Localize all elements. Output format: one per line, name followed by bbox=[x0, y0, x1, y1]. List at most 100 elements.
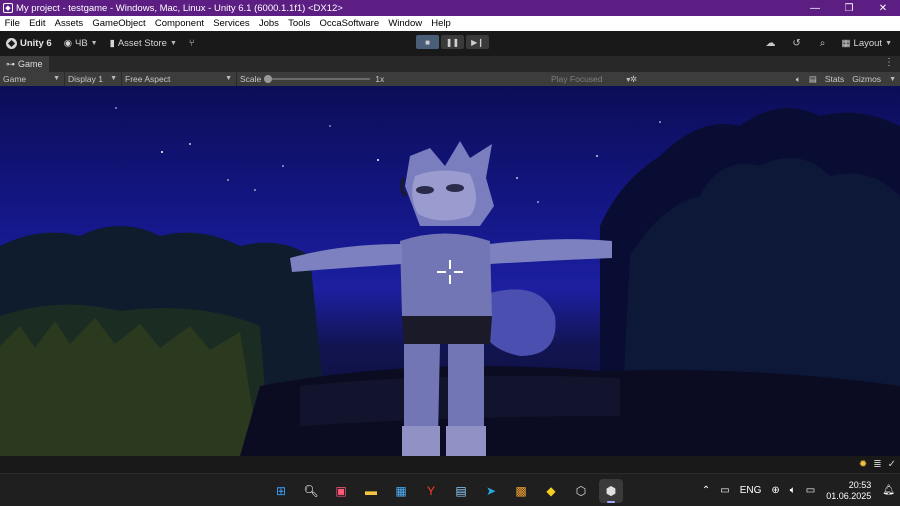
taskbar-unity-hub-icon[interactable]: ⬡ bbox=[569, 479, 593, 503]
tab-game[interactable]: ⊶ Game bbox=[0, 56, 49, 72]
account-dropdown[interactable]: ◉ ЧВ ▼ bbox=[58, 35, 104, 53]
history-icon[interactable]: ↺ bbox=[784, 38, 810, 49]
play-focused-dropdown[interactable]: Play Focused ▼ bbox=[551, 74, 632, 84]
taskbar-apps: ⊞ 🔍︎ ▣ ▬ ▦ Y ▤ ➤ ▩ ◆ ⬡ ⬢ bbox=[269, 479, 623, 503]
bag-icon: ▮ bbox=[109, 38, 115, 49]
branch-icon: ⑂ bbox=[188, 38, 195, 49]
chevron-down-icon: ▼ bbox=[90, 40, 98, 47]
clock[interactable]: 20:53 01.06.2025 bbox=[820, 480, 877, 502]
aspect-dropdown[interactable]: Free Aspect ▼ bbox=[122, 72, 237, 86]
unity-app-icon: ◆ bbox=[3, 3, 13, 13]
scale-label: Scale bbox=[240, 74, 262, 84]
account-icon: ◉ bbox=[63, 38, 72, 49]
system-tray: ⌃ ▭ ENG ⊕ 🔈︎ ▭ 20:53 01.06.2025 🔔︎ bbox=[697, 474, 900, 506]
chevron-down-icon: ▼ bbox=[53, 75, 60, 82]
taskbar-telegram-icon[interactable]: ➤ bbox=[479, 479, 503, 503]
taskbar-app-tile-icon[interactable]: ▩ bbox=[509, 479, 533, 503]
display-dropdown[interactable]: Display 1 ▼ bbox=[65, 72, 122, 86]
version-control-button[interactable]: ⑂ bbox=[183, 35, 201, 53]
game-view-toolbar: Game ▼ Display 1 ▼ Free Aspect ▼ Scale 1… bbox=[0, 72, 900, 86]
scale-slider-handle[interactable] bbox=[264, 75, 273, 83]
taskbar-file-explorer-icon[interactable]: ▬ bbox=[359, 479, 383, 503]
main-toolbar: Unity 6 ◉ ЧВ ▼ ▮ Asset Store ▼ ⑂ ■ ❚❚ ▶❙… bbox=[0, 31, 900, 56]
chevron-down-icon: ▼ bbox=[110, 75, 117, 82]
display-value: Display 1 bbox=[68, 74, 103, 84]
close-button[interactable]: ✕ bbox=[866, 0, 900, 16]
chevron-down-icon[interactable]: ▼ bbox=[885, 76, 900, 83]
stats-toggle[interactable]: Stats bbox=[821, 74, 848, 84]
layout-dropdown[interactable]: ▦ Layout ▼ bbox=[836, 38, 900, 49]
search-icon[interactable]: ⌕ bbox=[810, 38, 836, 49]
layout-icon: ▦ bbox=[841, 38, 851, 49]
step-button[interactable]: ▶❙ bbox=[466, 35, 489, 49]
taskbar-duck-app-icon[interactable]: ◆ bbox=[539, 479, 563, 503]
network-icon[interactable]: ⊕ bbox=[766, 485, 784, 496]
unity-version-button[interactable]: Unity 6 bbox=[0, 35, 58, 53]
pause-icon: ❚❚ bbox=[445, 37, 460, 47]
taskbar-yandex-browser-icon[interactable]: Y bbox=[419, 479, 443, 503]
game-viewport[interactable] bbox=[0, 86, 900, 456]
scale-slider[interactable] bbox=[264, 75, 371, 83]
keyboard-icon[interactable]: ▤ bbox=[805, 74, 821, 85]
menu-services[interactable]: Services bbox=[209, 18, 255, 29]
menu-jobs[interactable]: Jobs bbox=[254, 18, 283, 29]
scale-value: 1x bbox=[375, 74, 385, 84]
check-icon[interactable]: ✓ bbox=[888, 459, 896, 470]
editor-tab-strip: ⊶ Game ⋮ bbox=[0, 56, 900, 72]
menu-window[interactable]: Window bbox=[384, 18, 427, 29]
chevron-down-icon: ▼ bbox=[225, 75, 232, 82]
status-strip: ✹ ≣ ✓ bbox=[0, 456, 900, 473]
game-mode-dropdown[interactable]: Game ▼ bbox=[0, 72, 65, 86]
aspect-value: Free Aspect bbox=[125, 74, 171, 84]
asset-store-label: Asset Store bbox=[117, 38, 167, 49]
menu-component[interactable]: Component bbox=[150, 18, 208, 29]
menu-file[interactable]: File bbox=[0, 18, 25, 29]
gizmos-toggle[interactable]: Gizmos bbox=[848, 74, 885, 84]
layout-label: Layout bbox=[853, 38, 883, 49]
tray-device-icon[interactable]: ▭ bbox=[715, 485, 734, 496]
battery-icon[interactable]: ▭ bbox=[801, 485, 820, 496]
menu-gameobject[interactable]: GameObject bbox=[88, 18, 151, 29]
chevron-down-icon: ▼ bbox=[169, 40, 177, 47]
stop-icon: ■ bbox=[425, 37, 430, 47]
game-mode-value: Game bbox=[3, 74, 27, 84]
menu-tools[interactable]: Tools bbox=[283, 18, 314, 29]
minimize-button[interactable]: — bbox=[798, 0, 832, 16]
menu-bar: File Edit Assets GameObject Component Se… bbox=[0, 16, 900, 31]
taskbar-unity-editor-icon[interactable]: ⬢ bbox=[599, 479, 623, 503]
volume-icon[interactable]: 🔈︎ bbox=[785, 485, 801, 496]
account-label: ЧВ bbox=[74, 38, 88, 49]
lighting-icon[interactable]: ✹ bbox=[859, 459, 867, 470]
taskbar-xm-app-icon[interactable]: ▤ bbox=[449, 479, 473, 503]
menu-help[interactable]: Help bbox=[427, 18, 456, 29]
taskbar-windows-start-icon[interactable]: ⊞ bbox=[269, 479, 293, 503]
taskbar-microsoft-store-icon[interactable]: ▦ bbox=[389, 479, 413, 503]
asset-store-dropdown[interactable]: ▮ Asset Store ▼ bbox=[104, 35, 183, 53]
taskbar-search-icon[interactable]: 🔍︎ bbox=[299, 479, 323, 503]
menu-assets[interactable]: Assets bbox=[50, 18, 88, 29]
stop-button[interactable]: ■ bbox=[416, 35, 439, 49]
bug-icon[interactable]: ✲ bbox=[630, 74, 637, 85]
taskbar-store-pre-icon[interactable]: ▣ bbox=[329, 479, 353, 503]
unity-logo-icon bbox=[6, 38, 17, 49]
scene-render bbox=[0, 107, 900, 456]
step-icon: ▶❙ bbox=[471, 37, 484, 47]
notification-icon[interactable]: 🔔︎ bbox=[877, 485, 900, 496]
maximize-button[interactable]: ❐ bbox=[832, 0, 866, 16]
stars bbox=[115, 107, 661, 203]
gamepad-icon: ⊶ bbox=[6, 58, 15, 69]
layers-icon[interactable]: ≣ bbox=[873, 459, 881, 470]
cloud-icon[interactable]: ☁ bbox=[758, 38, 784, 49]
menu-edit[interactable]: Edit bbox=[25, 18, 51, 29]
chevron-down-icon: ▼ bbox=[885, 40, 892, 47]
chevron-up-icon[interactable]: ⌃ bbox=[697, 485, 715, 496]
more-options-icon[interactable]: ⋮ bbox=[884, 57, 894, 68]
audio-icon[interactable]: 🔈︎ bbox=[792, 74, 805, 85]
play-controls: ■ ❚❚ ▶❙ bbox=[416, 35, 489, 49]
language-indicator[interactable]: ENG bbox=[735, 485, 767, 496]
windows-taskbar: ⊞ 🔍︎ ▣ ▬ ▦ Y ▤ ➤ ▩ ◆ ⬡ ⬢ ⌃ ▭ ENG ⊕ 🔈︎ ▭ 20:53 01.06… bbox=[0, 473, 900, 506]
scale-control: Scale 1x bbox=[237, 74, 384, 84]
menu-occasoftware[interactable]: OccaSoftware bbox=[315, 18, 384, 29]
pause-button[interactable]: ❚❚ bbox=[441, 35, 464, 49]
window-titlebar: ◆ My project - testgame - Windows, Mac, … bbox=[0, 0, 900, 16]
